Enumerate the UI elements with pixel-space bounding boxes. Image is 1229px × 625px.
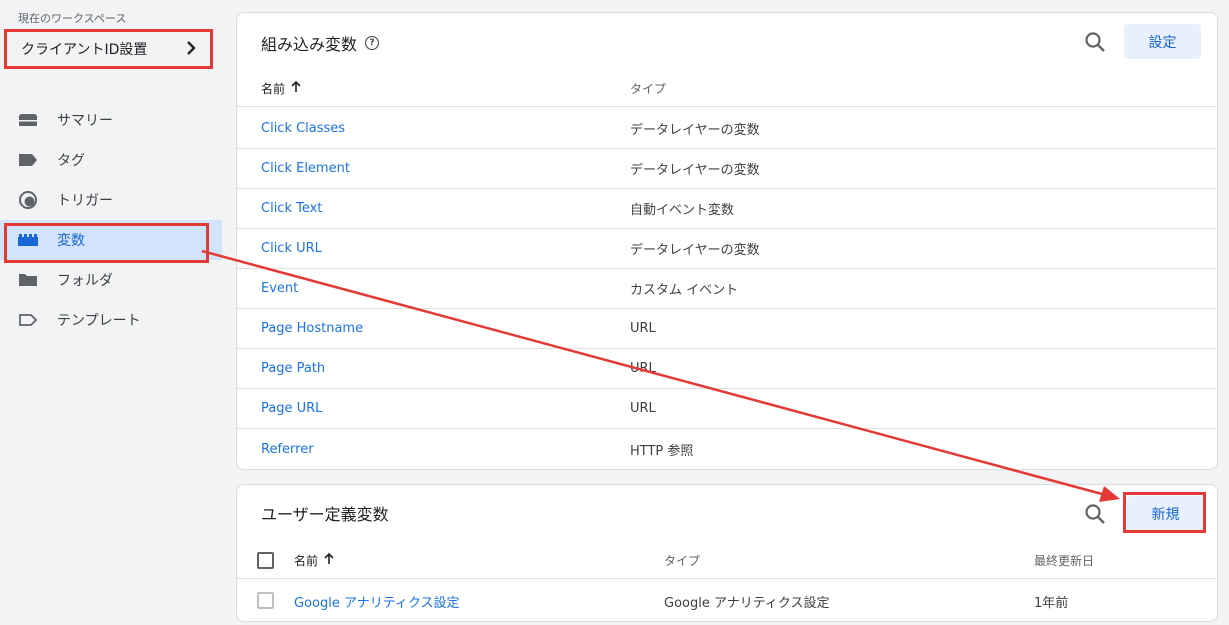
variable-last-edited: 1年前 <box>1034 595 1069 611</box>
column-header-name[interactable]: 名前 <box>261 80 301 97</box>
builtin-variables-card: 組み込み変数 ? 設定 名前 タイプ Click Classes データレイヤーの… <box>236 12 1218 470</box>
column-header-type: タイプ <box>630 82 667 96</box>
variable-type: URL <box>630 361 656 376</box>
variable-type: データレイヤーの変数 <box>630 123 760 138</box>
sidebar-item-summary[interactable]: サマリー <box>0 100 222 140</box>
user-defined-variables-card: ユーザー定義変数 新規 名前 タイプ 最終更新日 Google アナリティクス設… <box>236 484 1218 622</box>
annotation-highlight-new-button <box>1123 492 1206 533</box>
table-row[interactable]: Click URL データレイヤーの変数 <box>237 229 1217 269</box>
sidebar-item-label: テンプレート <box>57 313 141 329</box>
sort-ascending-icon <box>324 552 334 568</box>
sidebar-item-tags[interactable]: タグ <box>0 140 222 180</box>
user-defined-variables-title: ユーザー定義変数 <box>261 505 389 524</box>
folder-icon <box>18 270 38 290</box>
sidebar: 現在のワークスペース クライアントID設置 サマリー タグ トリガー 変数 フォ… <box>0 0 222 625</box>
table-row[interactable]: Click Classes データレイヤーの変数 <box>237 109 1217 149</box>
table-row[interactable]: Page Path URL <box>237 349 1217 389</box>
workspace-name: クライアントID設置 <box>21 42 148 58</box>
variable-name-link[interactable]: Referrer <box>261 442 314 457</box>
table-row[interactable]: Event カスタム イベント <box>237 269 1217 309</box>
variable-type: URL <box>630 401 656 416</box>
template-icon <box>18 310 38 330</box>
sidebar-item-triggers[interactable]: トリガー <box>0 180 222 220</box>
column-header-label: 名前 <box>294 554 319 568</box>
workspace-selector[interactable]: クライアントID設置 <box>4 29 213 69</box>
builtin-variables-title: 組み込み変数 ? <box>261 31 380 55</box>
search-icon[interactable] <box>1084 503 1106 525</box>
sidebar-item-folders[interactable]: フォルダ <box>0 260 222 300</box>
table-row[interactable]: Referrer HTTP 参照 <box>237 429 1217 469</box>
column-header-label: 名前 <box>261 82 286 96</box>
sidebar-item-label: サマリー <box>57 113 113 129</box>
row-checkbox[interactable] <box>257 592 274 609</box>
variable-type: データレイヤーの変数 <box>630 163 760 178</box>
variable-name-link[interactable]: Click Classes <box>261 121 345 136</box>
variable-type: カスタム イベント <box>630 283 739 298</box>
variable-name-link[interactable]: Event <box>261 281 298 296</box>
summary-icon <box>18 110 38 130</box>
variable-type: 自動イベント変数 <box>630 203 735 218</box>
variable-name-link[interactable]: Click Element <box>261 161 350 176</box>
tag-icon <box>18 150 38 170</box>
variable-type: データレイヤーの変数 <box>630 243 760 258</box>
variable-name-link[interactable]: Page URL <box>261 401 322 416</box>
table-row[interactable]: Click Element データレイヤーの変数 <box>237 149 1217 189</box>
sidebar-item-label: タグ <box>57 153 85 169</box>
card-title-text: 組み込み変数 <box>261 35 358 54</box>
sidebar-item-label: トリガー <box>57 193 113 209</box>
variable-name-link[interactable]: Click URL <box>261 241 322 256</box>
variable-type: HTTP 参照 <box>630 443 694 459</box>
variable-name-link[interactable]: Page Hostname <box>261 321 363 336</box>
table-row[interactable]: Google アナリティクス設定 Google アナリティクス設定 1年前 <box>237 581 1217 621</box>
sidebar-item-templates[interactable]: テンプレート <box>0 300 222 340</box>
configure-button[interactable]: 設定 <box>1124 24 1201 59</box>
variable-name-link[interactable]: Google アナリティクス設定 <box>294 592 460 611</box>
chevron-right-icon <box>186 40 196 59</box>
select-all-checkbox[interactable] <box>257 552 274 569</box>
annotation-highlight-variables <box>4 223 209 263</box>
column-header-name[interactable]: 名前 <box>294 552 334 569</box>
column-header-last-edited: 最終更新日 <box>1034 554 1095 568</box>
sort-ascending-icon <box>291 80 301 96</box>
search-icon[interactable] <box>1084 31 1106 53</box>
builtin-table-header: 名前 タイプ <box>237 71 1217 107</box>
variable-name-link[interactable]: Page Path <box>261 361 325 376</box>
variable-type: URL <box>630 321 656 336</box>
table-row[interactable]: Click Text 自動イベント変数 <box>237 189 1217 229</box>
variable-type: Google アナリティクス設定 <box>664 595 830 611</box>
trigger-icon <box>18 190 38 210</box>
help-icon[interactable]: ? <box>365 36 380 50</box>
table-row[interactable]: Page Hostname URL <box>237 309 1217 349</box>
table-row[interactable]: Page URL URL <box>237 389 1217 429</box>
variable-name-link[interactable]: Click Text <box>261 201 322 216</box>
sidebar-nav: サマリー タグ トリガー 変数 フォルダ テンプレート <box>0 100 222 340</box>
sidebar-item-label: フォルダ <box>57 273 113 289</box>
workspace-label: 現在のワークスペース <box>18 12 127 25</box>
column-header-type: タイプ <box>664 554 701 568</box>
user-defined-table-header: 名前 タイプ 最終更新日 <box>237 543 1217 579</box>
